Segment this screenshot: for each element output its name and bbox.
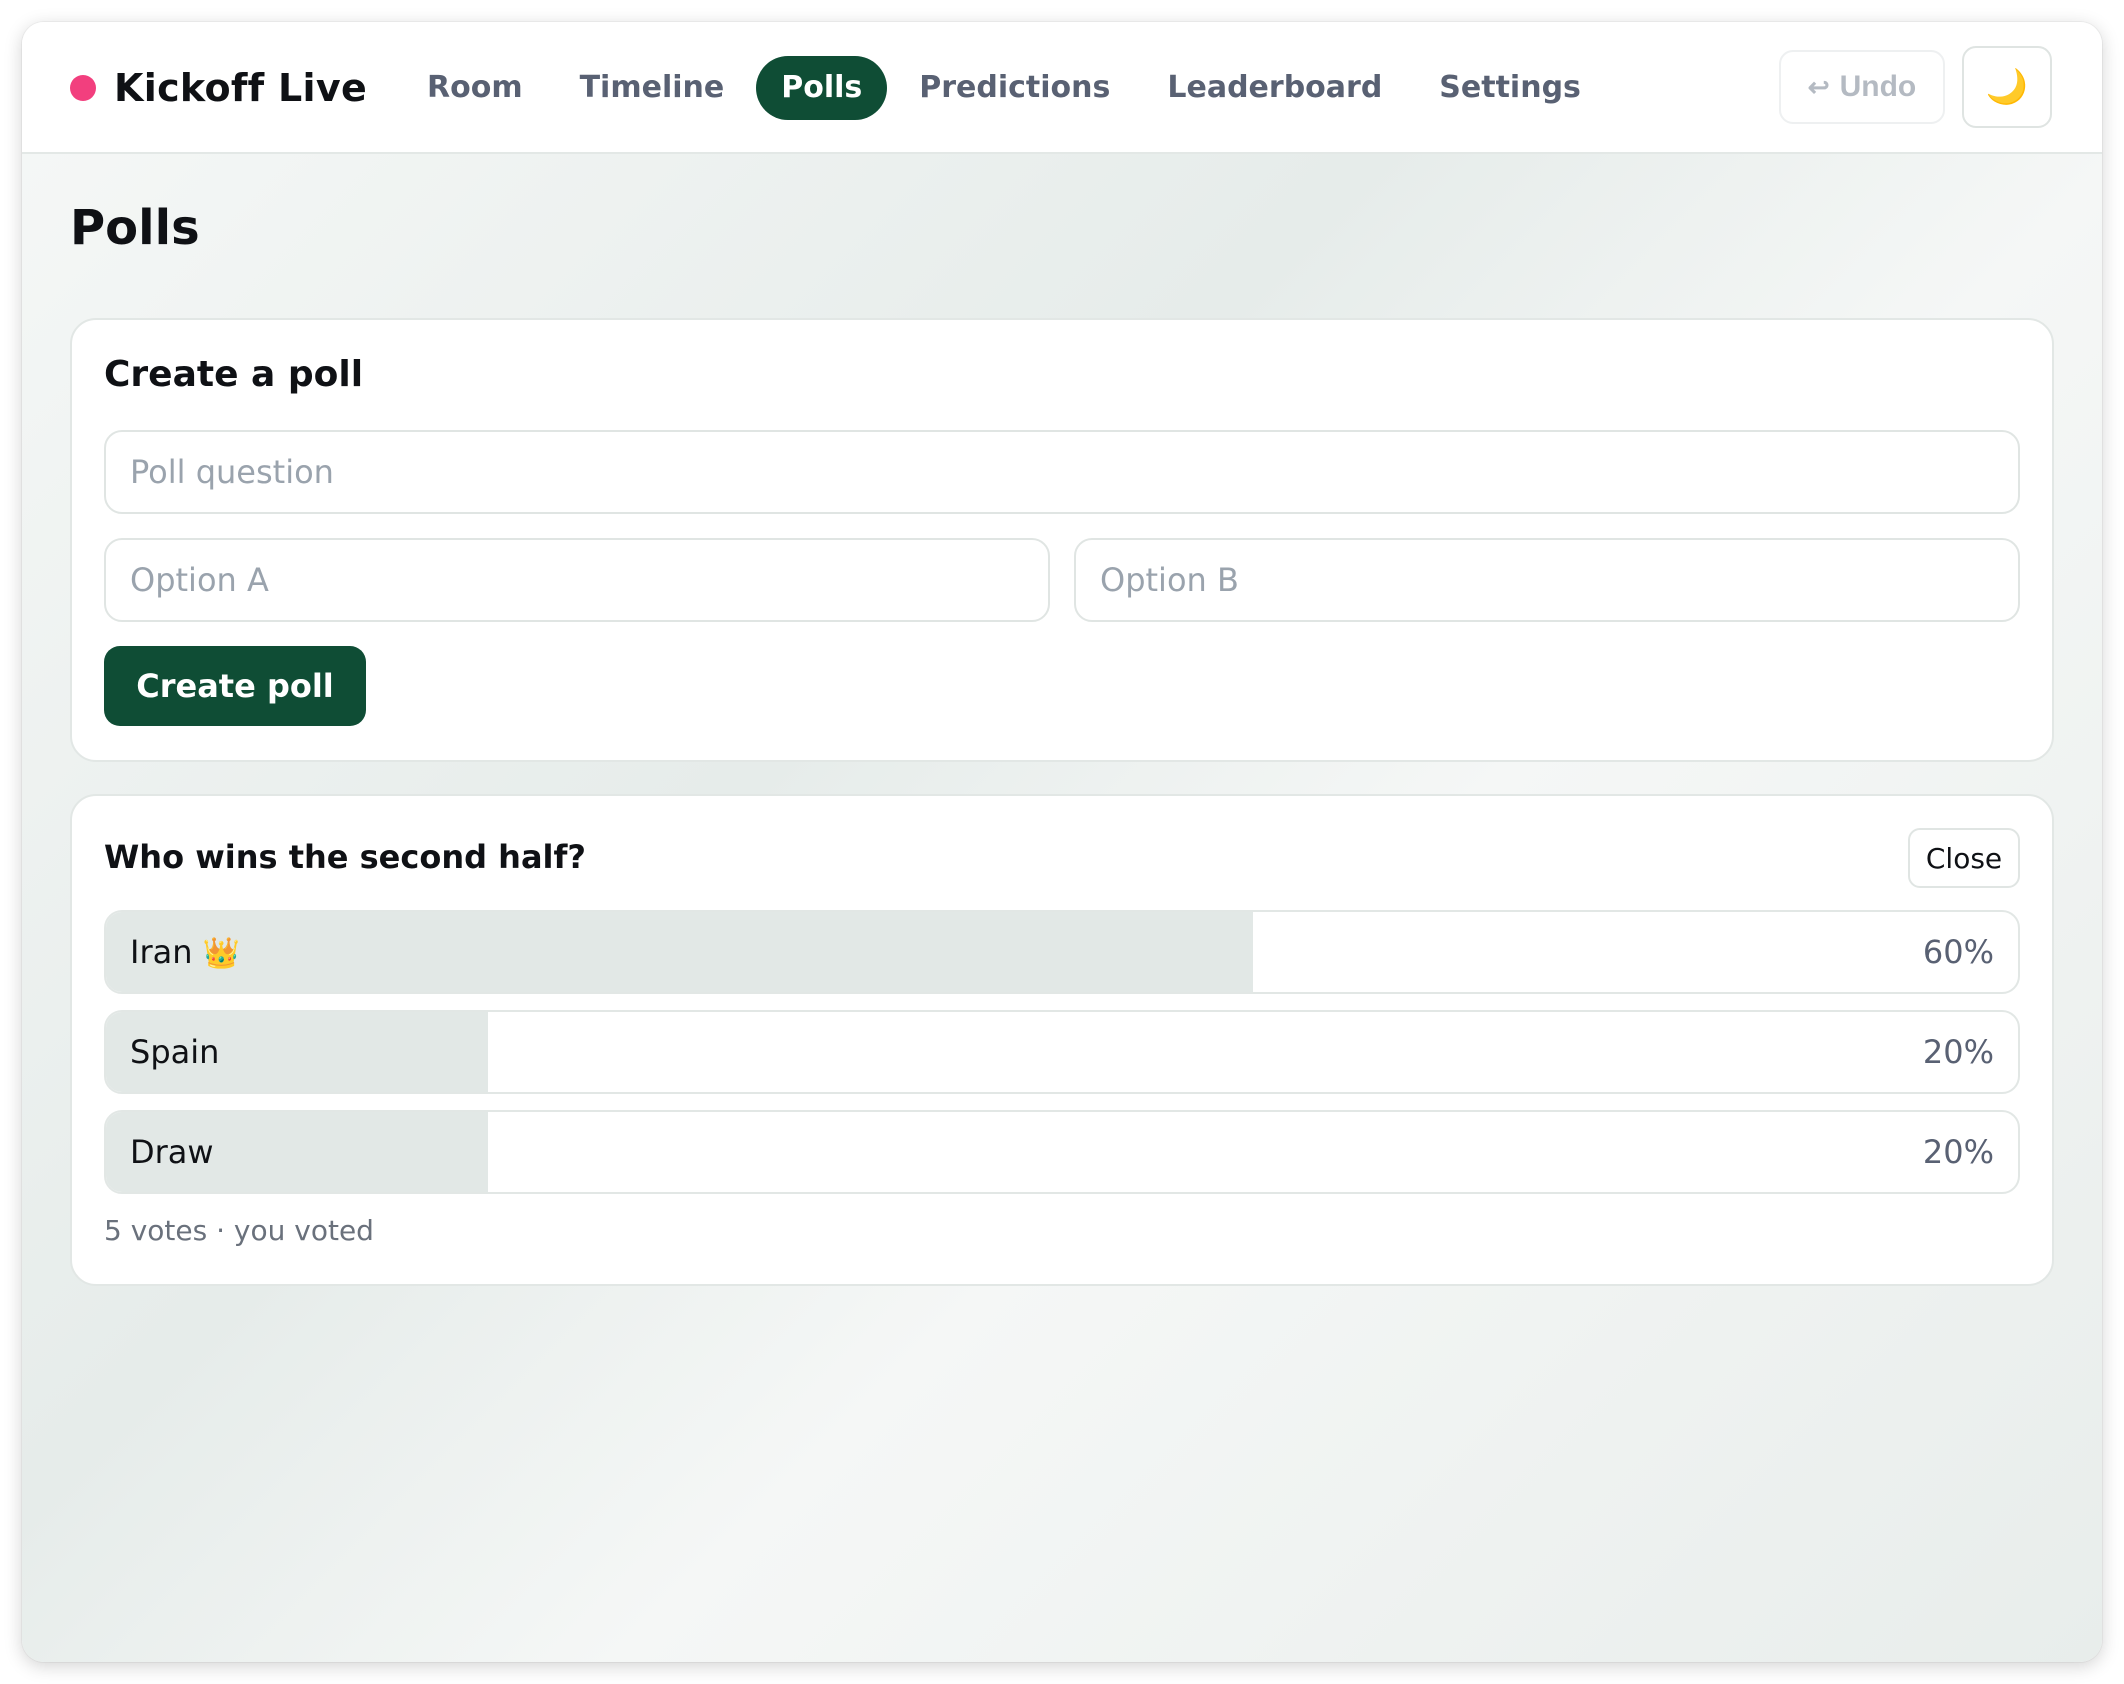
create-poll-button[interactable]: Create poll xyxy=(104,646,366,726)
poll-option-percent: 20% xyxy=(1922,1033,1994,1071)
close-poll-button[interactable]: Close xyxy=(1908,828,2020,888)
undo-label: Undo xyxy=(1839,70,1917,103)
undo-button[interactable]: ↩ Undo xyxy=(1779,50,1945,124)
page-title: Polls xyxy=(70,200,200,256)
poll-option-draw[interactable]: Draw 20% xyxy=(104,1110,2020,1194)
app-name: Kickoff Live xyxy=(114,66,368,110)
poll-option-percent: 20% xyxy=(1922,1133,1994,1171)
app-window: Kickoff Live Room Timeline Polls Predict… xyxy=(22,22,2102,1662)
poll-option-spain[interactable]: Spain 20% xyxy=(104,1010,2020,1094)
top-bar: Kickoff Live Room Timeline Polls Predict… xyxy=(22,22,2102,154)
moon-icon: 🌙 xyxy=(1985,68,2029,106)
create-poll-title: Create a poll xyxy=(104,354,364,395)
crown-icon: 👑 xyxy=(202,936,240,971)
poll-option-percent: 60% xyxy=(1922,933,1994,971)
option-b-input[interactable] xyxy=(1074,538,2020,622)
create-poll-card: Create a poll Create poll xyxy=(70,318,2054,762)
nav-item-timeline[interactable]: Timeline xyxy=(555,56,750,120)
poll-card: Who wins the second half? Close Iran 👑 60… xyxy=(70,794,2054,1286)
nav-item-room[interactable]: Room xyxy=(402,56,548,120)
poll-option-iran[interactable]: Iran 👑 60% xyxy=(104,910,2020,994)
poll-option-label: Spain xyxy=(130,1033,220,1071)
poll-option-label: Draw xyxy=(130,1133,214,1171)
nav-item-predictions[interactable]: Predictions xyxy=(894,56,1135,120)
brand[interactable]: Kickoff Live xyxy=(70,62,367,114)
option-a-input[interactable] xyxy=(104,538,1050,622)
poll-option-label: Iran 👑 xyxy=(130,933,240,971)
poll-question-input[interactable] xyxy=(104,430,2020,514)
nav-item-leaderboard[interactable]: Leaderboard xyxy=(1142,56,1407,120)
poll-question: Who wins the second half? xyxy=(104,838,586,876)
nav-item-settings[interactable]: Settings xyxy=(1414,56,1606,120)
nav-item-polls[interactable]: Polls xyxy=(756,56,888,120)
poll-vote-summary: 5 votes · you voted xyxy=(104,1214,374,1247)
main-nav: Room Timeline Polls Predictions Leaderbo… xyxy=(402,56,1613,120)
poll-option-bar xyxy=(106,912,1254,992)
theme-toggle-button[interactable]: 🌙 xyxy=(1962,46,2052,128)
undo-arrow-icon: ↩ xyxy=(1807,71,1830,102)
live-indicator-dot xyxy=(70,75,96,101)
